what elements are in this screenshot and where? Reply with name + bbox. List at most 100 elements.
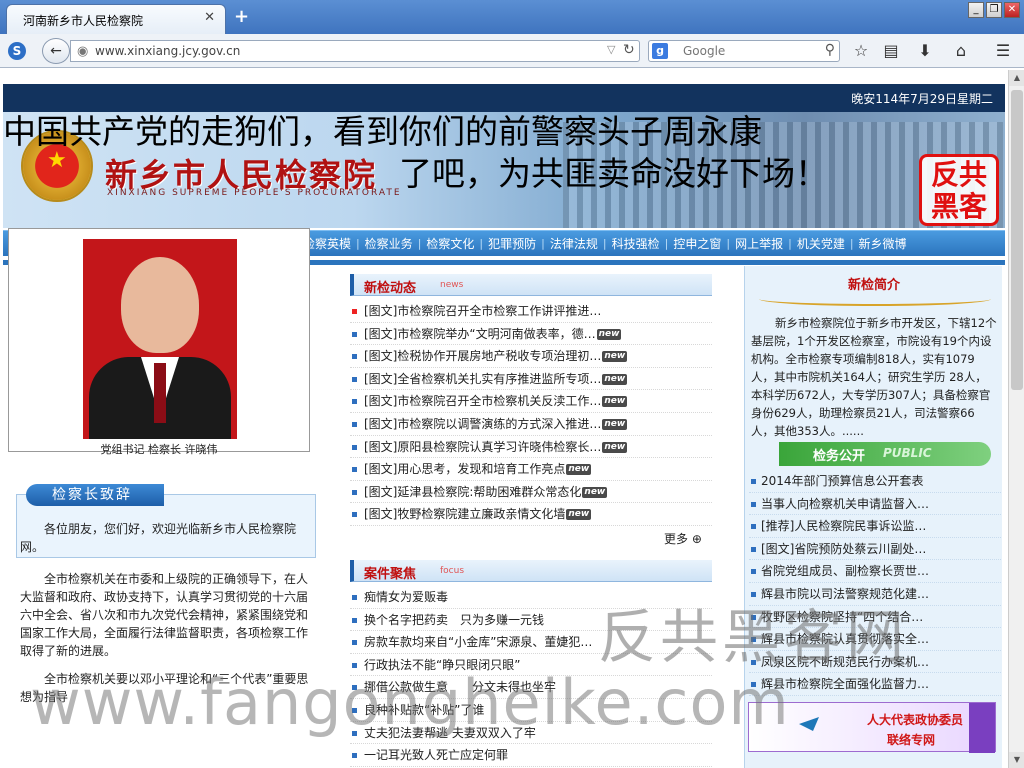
news-item[interactable]: [图文]延津县检察院:帮助困难群众常态化 new <box>350 481 712 504</box>
news-item-text: [图文]用心思考，发现和培育工作亮点 <box>364 462 566 477</box>
bullet-icon <box>751 501 756 507</box>
leader-portrait[interactable] <box>83 239 237 439</box>
minimize-button[interactable]: _ <box>968 2 984 18</box>
bullet-icon <box>352 309 357 314</box>
reload-icon[interactable]: ↻ <box>623 42 635 58</box>
globe-icon: ◉ <box>77 44 89 59</box>
top-strip: 晚安114年7月29日星期二 <box>3 84 1005 112</box>
public-item-text: 2014年部门预算信息公开套表 <box>761 474 924 488</box>
bookmarks-list-icon[interactable]: ▤ <box>880 40 902 62</box>
new-badge: new <box>596 328 622 340</box>
new-badge: new <box>602 441 628 453</box>
public-section-subtitle: PUBLIC <box>883 446 932 460</box>
news-item-text: [图文]牧野检察院建立廉政亲情文化墙 <box>364 507 566 522</box>
scroll-thumb[interactable] <box>1011 90 1023 390</box>
news-item[interactable]: [图文]检税协作开展房地产税收专项治理初… new <box>350 345 712 368</box>
news-item-text: [图文]市检察院举办“文明河南做表率，德… <box>364 326 596 341</box>
search-icon[interactable]: ⚲ <box>825 42 835 58</box>
case-item-text: 换个名字把药卖 只为多赚一元钱 <box>364 612 545 627</box>
window-close-button[interactable]: ✕ <box>1004 2 1020 18</box>
news-item[interactable]: [图文]原阳县检察院认真学习许晓伟检察长… new <box>350 436 712 459</box>
nav-item-8[interactable]: 法律法规 <box>545 231 603 257</box>
bullet-icon <box>751 524 756 530</box>
bullet-icon <box>352 421 357 427</box>
news-section-title[interactable]: 新检动态 <box>364 277 416 296</box>
scroll-down-arrow-icon[interactable]: ▼ <box>1009 752 1024 768</box>
public-item-text: 当事人向检察机关申请监督入… <box>761 496 930 511</box>
case-item-text: 痴情女为爱贩毒 <box>364 590 449 604</box>
news-item-text: [图文]延津县检察院:帮助困难群众常态化 <box>364 484 582 499</box>
search-input[interactable] <box>683 43 813 59</box>
nav-item-9[interactable]: 科技强检 <box>607 231 665 257</box>
nav-item-7[interactable]: 犯罪预防 <box>483 231 541 257</box>
public-item[interactable]: [推荐]人民检察院民事诉讼监… <box>749 515 1001 538</box>
bullet-icon <box>751 546 756 552</box>
close-tab-icon[interactable]: ✕ <box>204 10 215 25</box>
back-button[interactable]: ← <box>42 38 70 64</box>
portrait-head <box>121 257 199 353</box>
bullet-icon <box>352 331 357 337</box>
news-item[interactable]: [图文]用心思考，发现和培育工作亮点 new <box>350 458 712 481</box>
public-section-title: 检务公开 <box>813 449 866 464</box>
news-section-header: 新检动态 news <box>350 274 712 296</box>
search-box[interactable]: g ⚲ <box>648 40 840 62</box>
case-item[interactable]: 一记耳光致人死亡应定何罪 <box>350 744 712 767</box>
public-item[interactable]: 2014年部门预算信息公开套表 <box>749 470 1001 493</box>
browser-toolbar: S ← ◉ ▽ ↻ g ⚲ ☆ ▤ ⬇ ⌂ ☰ <box>0 34 1024 68</box>
public-section-header[interactable]: 检务公开 PUBLIC <box>779 442 991 466</box>
news-item[interactable]: [图文]市检察院以调警演练的方式深入推进… new <box>350 413 712 436</box>
nav-item-6[interactable]: 检察文化 <box>421 231 479 257</box>
public-item[interactable]: 当事人向检察机关申请监督入… <box>749 493 1001 516</box>
news-item[interactable]: [图文]牧野检察院建立廉政亲情文化墙 new <box>350 503 712 526</box>
search-engine-icon[interactable]: g <box>652 43 668 59</box>
new-tab-button[interactable]: + <box>234 6 249 27</box>
news-item-text: [图文]全省检察机关扎实有序推进监所专项… <box>364 371 602 386</box>
bookmark-star-icon[interactable]: ☆ <box>850 40 872 62</box>
bullet-icon <box>352 489 357 495</box>
public-item-text: 省院党组成员、副检察长贾世… <box>761 564 930 579</box>
intro-title[interactable]: 新检简介 <box>745 274 1003 293</box>
cases-section-title[interactable]: 案件聚焦 <box>364 563 416 582</box>
bullet-icon <box>352 595 357 600</box>
nav-item-11[interactable]: 网上举报 <box>730 231 788 257</box>
site-subtitle: XINXIANG SUPREME PEOPLE'S PROCURATORATE <box>107 188 402 198</box>
nav-item-12[interactable]: 机关党建 <box>792 231 850 257</box>
news-item[interactable]: [图文]市检察院召开全市检察机关反渎工作… new <box>350 390 712 413</box>
news-more-link[interactable]: 更多 ⊕ <box>664 530 702 547</box>
news-item[interactable]: [图文]全省检察机关扎实有序推进监所专项… new <box>350 368 712 391</box>
browser-tab[interactable]: 河南新乡市人民检察院 ✕ <box>6 4 226 34</box>
scroll-up-arrow-icon[interactable]: ▲ <box>1009 70 1024 86</box>
bullet-icon <box>352 640 357 646</box>
news-item[interactable]: [图文]市检察院召开全市检察工作讲评推进… <box>350 300 712 323</box>
maximize-button[interactable]: ❐ <box>986 2 1002 18</box>
address-bar[interactable]: ◉ ▽ ↻ <box>70 40 640 62</box>
cases-section-header: 案件聚焦 focus <box>350 560 712 582</box>
news-item-text: [图文]市检察院以调警演练的方式深入推进… <box>364 416 602 431</box>
bullet-icon <box>352 444 357 450</box>
page-scrollbar[interactable]: ▲ ▼ <box>1008 70 1024 768</box>
home-icon[interactable]: ⌂ <box>950 40 972 62</box>
browser-tab-bar: 河南新乡市人民检察院 ✕ + _ ❐ ✕ <box>0 0 1024 34</box>
ornament-divider <box>759 292 991 306</box>
nav-item-10[interactable]: 控申之窗 <box>668 231 726 257</box>
letter-title[interactable]: 检察长致辞 <box>26 484 164 506</box>
bullet-icon <box>352 376 357 382</box>
bullet-icon <box>352 399 357 405</box>
url-input[interactable] <box>95 43 575 59</box>
watermark-chinese: 反共黑客网 <box>598 603 909 671</box>
public-item[interactable]: 省院党组成员、副检察长贾世… <box>749 560 1001 583</box>
nav-item-13[interactable]: 新乡微博 <box>854 231 912 257</box>
url-dropdown-icon[interactable]: ▽ <box>607 43 615 56</box>
download-icon[interactable]: ⬇ <box>914 40 936 62</box>
menu-icon[interactable]: ☰ <box>992 40 1014 62</box>
nav-item-5[interactable]: 检察业务 <box>360 231 418 257</box>
letter-greeting: 各位朋友，您们好，欢迎光临新乡市人民检察院网。 <box>20 522 297 554</box>
new-badge: new <box>582 486 608 498</box>
npc-banner-line-2: 联络专网 <box>887 733 936 747</box>
letter-paragraph-2: 全市检察机关在市委和上级院的正确领导下，在人大监督和政府、政协支持下，认真学习贯… <box>20 572 309 658</box>
news-item[interactable]: [图文]市检察院举办“文明河南做表率，德… new <box>350 323 712 346</box>
site-banner: ★ 新乡市人民检察院 XINXIANG SUPREME PEOPLE'S PRO… <box>3 112 1005 228</box>
bullet-icon <box>352 617 357 623</box>
public-item[interactable]: [图文]省院预防处蔡云川副处… <box>749 538 1001 561</box>
intro-text: 新乡市检察院位于新乡市开发区，下辖12个基层院，1个开发区检察室，市院设有19个… <box>751 316 997 438</box>
